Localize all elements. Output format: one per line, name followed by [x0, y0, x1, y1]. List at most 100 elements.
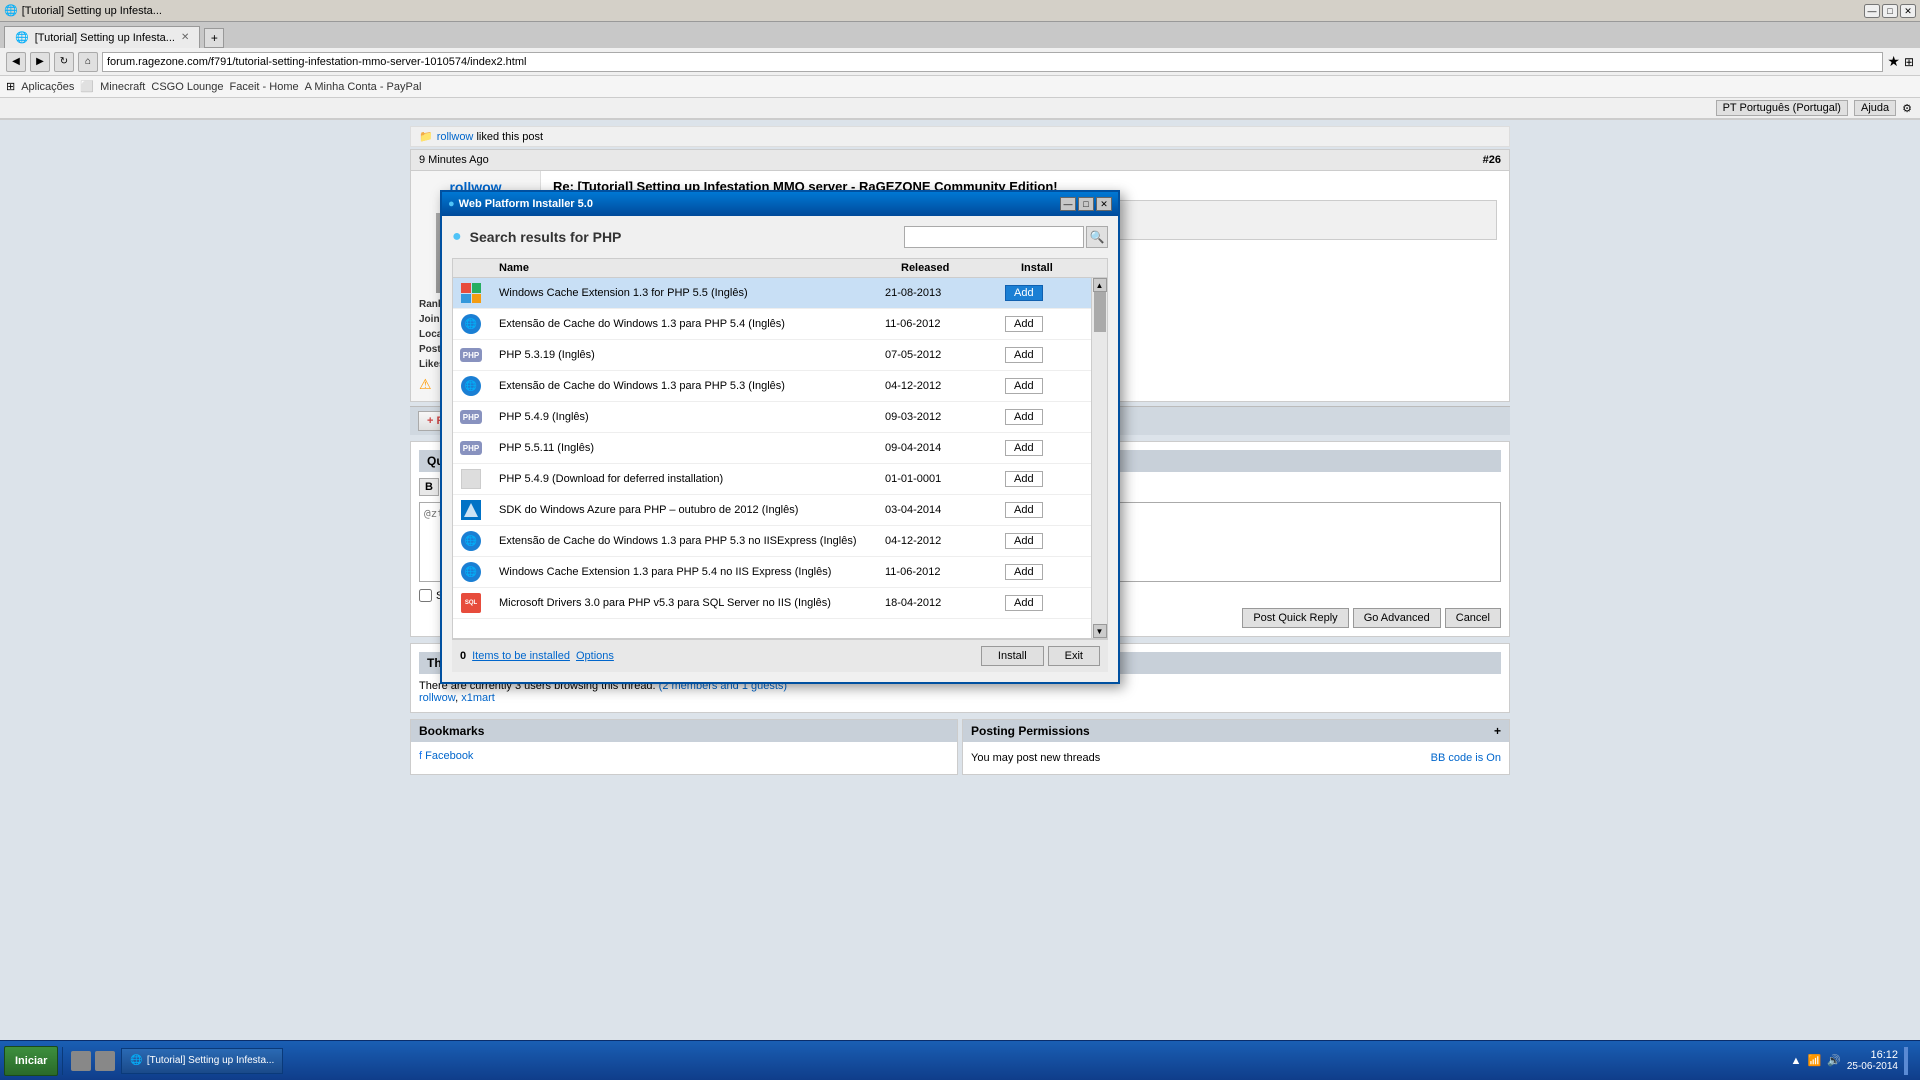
add-button-8[interactable]: Add — [1005, 502, 1043, 518]
new-tab-button[interactable]: + — [204, 28, 224, 48]
options-link[interactable]: Options — [576, 650, 614, 662]
item-date-1: 21-08-2013 — [885, 287, 1005, 299]
item-icon-sql: SQL — [459, 591, 483, 615]
bookmark-paypal[interactable]: A Minha Conta - PayPal — [305, 81, 422, 93]
go-advanced-button[interactable]: Go Advanced — [1353, 608, 1441, 628]
list-item[interactable]: SDK do Windows Azure para PHP – outubro … — [453, 495, 1091, 526]
add-button-2[interactable]: Add — [1005, 316, 1043, 332]
quick-launch-icon-1[interactable] — [71, 1051, 91, 1071]
scrollbar[interactable]: ▲ ▼ — [1091, 278, 1107, 638]
add-button-4[interactable]: Add — [1005, 378, 1043, 394]
taskbar-task-item[interactable]: 🌐 [Tutorial] Setting up Infesta... — [121, 1048, 283, 1074]
folder-icon: 📁 — [419, 130, 433, 143]
list-item[interactable]: PHP PHP 5.4.9 (Inglês) 09-03-2012 Add — [453, 402, 1091, 433]
active-tab[interactable]: 🌐 [Tutorial] Setting up Infesta... ✕ — [4, 26, 200, 48]
bookmark-minecraft[interactable]: Minecraft — [100, 81, 145, 93]
window-controls[interactable]: — □ ✕ — [1864, 4, 1916, 18]
add-button-9[interactable]: Add — [1005, 533, 1043, 549]
minimize-button[interactable]: — — [1864, 4, 1880, 18]
scroll-up-button[interactable]: ▲ — [1093, 278, 1107, 292]
add-button-1[interactable]: Add — [1005, 285, 1043, 301]
close-button[interactable]: ✕ — [1900, 4, 1916, 18]
liked-user-link[interactable]: rollwow — [437, 131, 474, 143]
item-add-6[interactable]: Add — [1005, 440, 1085, 456]
item-add-9[interactable]: Add — [1005, 533, 1085, 549]
list-item[interactable]: PHP PHP 5.5.11 (Inglês) 09-04-2014 Add — [453, 433, 1091, 464]
show-desktop-button[interactable] — [1904, 1047, 1908, 1075]
member-rollwow-link[interactable]: rollwow — [419, 692, 455, 704]
bookmark-icon[interactable]: ⊞ — [1904, 55, 1914, 69]
item-add-8[interactable]: Add — [1005, 502, 1085, 518]
expand-icon[interactable]: + — [1494, 724, 1501, 738]
show-sig-checkbox[interactable] — [419, 589, 432, 602]
exit-button[interactable]: Exit — [1048, 646, 1100, 666]
dialog-close-button[interactable]: ✕ — [1096, 197, 1112, 211]
minecraft-icon: ⬜ — [80, 80, 94, 93]
item-date-9: 04-12-2012 — [885, 535, 1005, 547]
scroll-track[interactable] — [1093, 292, 1107, 624]
item-add-5[interactable]: Add — [1005, 409, 1085, 425]
dialog-search-input[interactable] — [904, 226, 1084, 248]
browser-icon: 🌐 — [4, 4, 18, 17]
dialog-title-text: Web Platform Installer 5.0 — [459, 198, 593, 210]
bookmark-csgo[interactable]: CSGO Lounge — [151, 81, 223, 93]
bookmarks-panel-header: Bookmarks — [411, 720, 957, 742]
address-input[interactable] — [102, 52, 1883, 72]
quick-launch-icon-2[interactable] — [95, 1051, 115, 1071]
dialog-titlebar: ● Web Platform Installer 5.0 — □ ✕ — [442, 192, 1118, 216]
tab-close-icon[interactable]: ✕ — [181, 32, 189, 43]
footer-left: 0 Items to be installed Options — [460, 650, 614, 662]
list-item[interactable]: PHP 5.4.9 (Download for deferred install… — [453, 464, 1091, 495]
scroll-down-button[interactable]: ▼ — [1093, 624, 1107, 638]
cancel-button[interactable]: Cancel — [1445, 608, 1501, 628]
add-button-11[interactable]: Add — [1005, 595, 1043, 611]
list-item[interactable]: Windows Cache Extension 1.3 for PHP 5.5 … — [453, 278, 1091, 309]
bookmark-aplicacoes[interactable]: Aplicações — [21, 81, 74, 93]
back-button[interactable]: ◀ — [6, 52, 26, 72]
member-x1mart-link[interactable]: x1mart — [461, 692, 495, 704]
add-button-3[interactable]: Add — [1005, 347, 1043, 363]
dialog-search-button[interactable]: 🔍 — [1086, 226, 1108, 248]
item-name-7: PHP 5.4.9 (Download for deferred install… — [499, 473, 885, 485]
settings-icon[interactable]: ⚙ — [1902, 102, 1912, 115]
dialog-maximize-button[interactable]: □ — [1078, 197, 1094, 211]
item-add-3[interactable]: Add — [1005, 347, 1085, 363]
forward-button[interactable]: ▶ — [30, 52, 50, 72]
list-item[interactable]: 🌐 Extensão de Cache do Windows 1.3 para … — [453, 309, 1091, 340]
list-item[interactable]: PHP PHP 5.3.19 (Inglês) 07-05-2012 Add — [453, 340, 1091, 371]
item-add-7[interactable]: Add — [1005, 471, 1085, 487]
facebook-link[interactable]: Facebook — [425, 750, 473, 762]
item-add-2[interactable]: Add — [1005, 316, 1085, 332]
help-button[interactable]: Ajuda — [1854, 100, 1896, 116]
home-button[interactable]: ⌂ — [78, 52, 98, 72]
item-date-4: 04-12-2012 — [885, 380, 1005, 392]
list-item[interactable]: SQL Microsoft Drivers 3.0 para PHP v5.3 … — [453, 588, 1091, 619]
start-button[interactable]: Iniciar — [4, 1046, 58, 1076]
items-to-install-link[interactable]: Items to be installed — [472, 650, 570, 662]
item-add-11[interactable]: Add — [1005, 595, 1085, 611]
posting-perms-panel: Posting Permissions + You may post new t… — [962, 719, 1510, 775]
post-quick-reply-button[interactable]: Post Quick Reply — [1242, 608, 1348, 628]
list-item[interactable]: 🌐 Extensão de Cache do Windows 1.3 para … — [453, 371, 1091, 402]
star-icon[interactable]: ★ — [1887, 53, 1900, 70]
maximize-button[interactable]: □ — [1882, 4, 1898, 18]
dialog-minimize-button[interactable]: — — [1060, 197, 1076, 211]
add-button-5[interactable]: Add — [1005, 409, 1043, 425]
item-add-1[interactable]: Add — [1005, 285, 1085, 301]
dialog-controls[interactable]: — □ ✕ — [1060, 197, 1112, 211]
perm-row-1: You may post new threads BB code is On — [971, 750, 1501, 766]
refresh-button[interactable]: ↻ — [54, 52, 74, 72]
bookmark-faceit[interactable]: Faceit - Home — [230, 81, 299, 93]
install-button[interactable]: Install — [981, 646, 1044, 666]
item-add-4[interactable]: Add — [1005, 378, 1085, 394]
item-name-3: PHP 5.3.19 (Inglês) — [499, 349, 885, 361]
add-button-7[interactable]: Add — [1005, 471, 1043, 487]
add-button-6[interactable]: Add — [1005, 440, 1043, 456]
list-item[interactable]: 🌐 Extensão de Cache do Windows 1.3 para … — [453, 526, 1091, 557]
item-add-10[interactable]: Add — [1005, 564, 1085, 580]
list-item[interactable]: 🌐 Windows Cache Extension 1.3 para PHP 5… — [453, 557, 1091, 588]
scroll-thumb[interactable] — [1094, 292, 1106, 332]
lang-button[interactable]: PT Português (Portugal) — [1716, 100, 1848, 116]
add-button-10[interactable]: Add — [1005, 564, 1043, 580]
bold-button[interactable]: B — [419, 478, 439, 496]
